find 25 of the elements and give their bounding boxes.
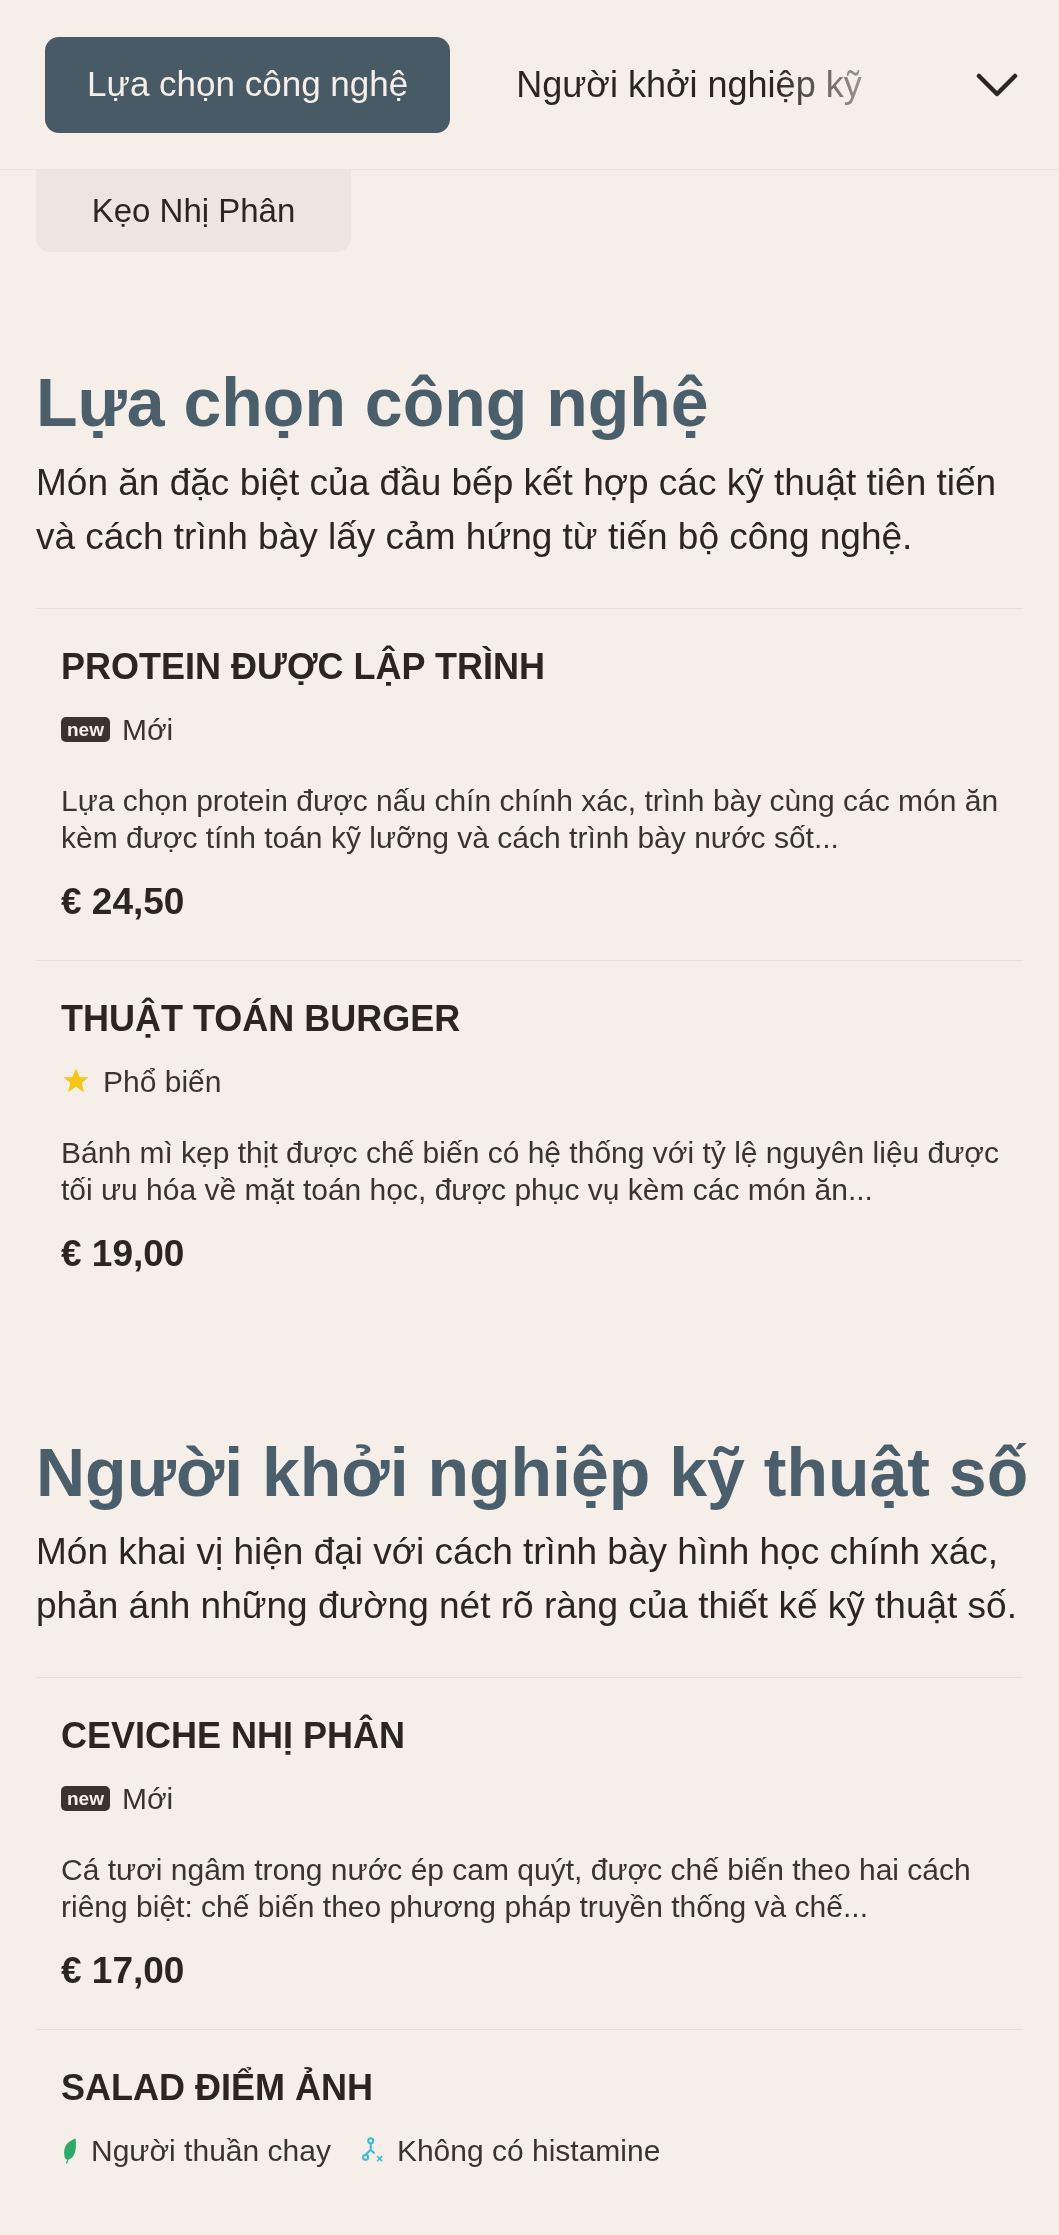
section-description: Món khai vị hiện đại với cách trình bày hình học chính xác, phản ánh những đường nét rõ ràng của thiết kế kỹ thuật số. <box>36 1530 1018 1629</box>
new-badge: new <box>61 716 110 742</box>
tag-label: Không có histamine <box>396 2133 661 2170</box>
item-description: Lựa chọn protein được nấu chín chính xác, trình bày cùng các món ăn kèm được tính toán kỹ lưỡng và cách trình bày nước sốt... <box>61 782 1000 856</box>
item-price: € 17,00 <box>61 1949 186 1994</box>
chevron-down-icon[interactable] <box>975 71 1019 98</box>
item-description: Bánh mì kẹp thịt được chế biến có hệ thống với tỷ lệ nguyên liệu được tối ưu hóa về mặt toán học, được phục vụ kèm các món ăn... <box>61 1134 1001 1208</box>
leaf-icon <box>61 2136 79 2165</box>
tag-label: Mới <box>121 711 174 748</box>
tag-label: Người thuần chay <box>91 2133 331 2170</box>
category-chip[interactable]: Kẹo Nhị Phân <box>36 170 351 252</box>
item-price: € 19,00 <box>61 1231 186 1276</box>
new-badge: new <box>61 1786 110 1812</box>
item-name: PROTEIN ĐƯỢC LẬP TRÌNH <box>61 644 546 689</box>
category-tab[interactable]: Lựa chọn công nghệ <box>45 36 451 133</box>
category-tab[interactable]: Người khởi nghiệp kỹ <box>516 57 862 112</box>
section-description: Món ăn đặc biệt của đầu bếp kết hợp các kỹ thuật tiên tiến và cách trình bày lấy cảm hứng từ tiến bộ công nghệ. <box>36 460 998 559</box>
item-price: € 24,50 <box>61 879 186 924</box>
item-description: Cá tươi ngâm trong nước ép cam quýt, được chế biến theo hai cách riêng biệt: chế biến theo phương pháp truyền thống và chế... <box>61 1852 972 1926</box>
tag-label: Phổ biến <box>103 1063 222 1100</box>
tag-label: Mới <box>121 1781 174 1818</box>
item-name: THUẬT TOÁN BURGER <box>61 996 462 1041</box>
item-name: SALAD ĐIỂM ẢNH <box>61 2066 374 2111</box>
section-title: Lựa chọn công nghệ <box>36 363 710 442</box>
item-name: CEVICHE NHỊ PHÂN <box>61 1714 407 1759</box>
